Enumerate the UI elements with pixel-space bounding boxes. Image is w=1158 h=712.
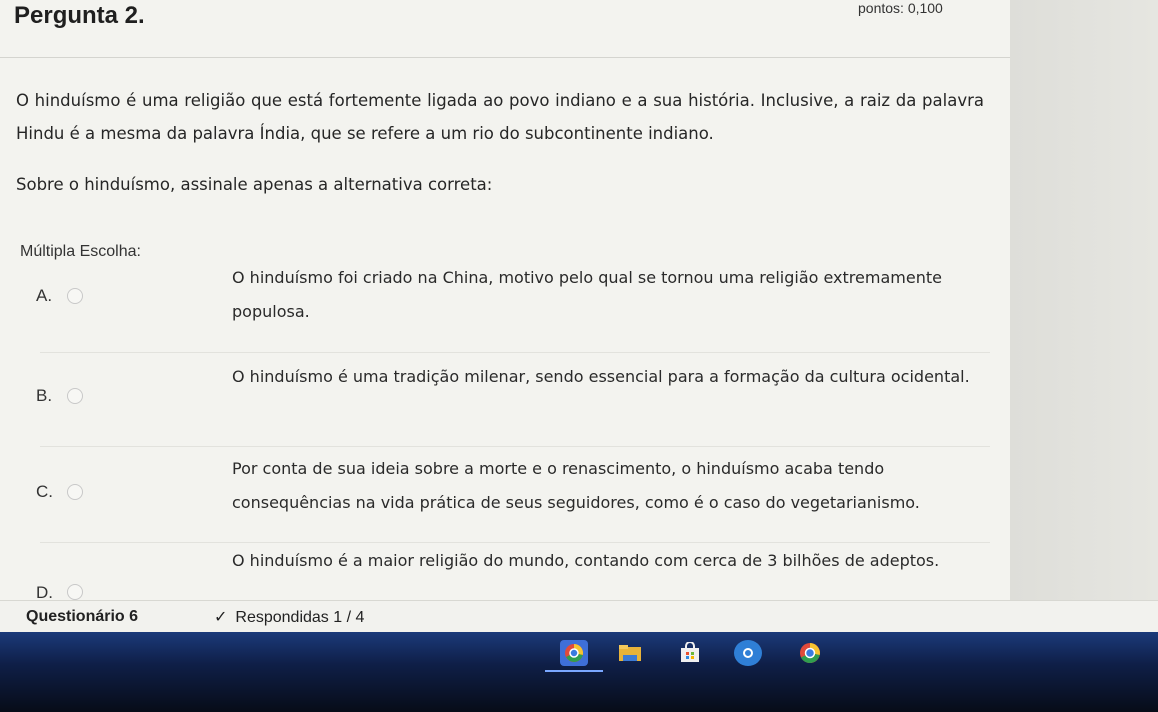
quiz-footer: Questionário 6 ✓ Respondidas 1 / 4 <box>0 600 1158 632</box>
check-icon: ✓ <box>214 609 228 626</box>
answered-count: Respondidas 1 / 4 <box>235 609 365 626</box>
option-divider <box>40 542 990 543</box>
option-letter: B. <box>36 386 53 405</box>
option-letter: C. <box>36 482 53 501</box>
option-d-radio[interactable] <box>67 584 83 600</box>
active-app-indicator <box>545 670 603 672</box>
question-type-label: Múltipla Escolha: <box>20 243 141 260</box>
question-header: Pergunta 2. pontos: 0,100 <box>0 0 1010 58</box>
page-margin <box>1010 0 1158 600</box>
option-text[interactable]: O hinduísmo foi criado na China, motivo … <box>232 261 992 329</box>
chrome-icon[interactable] <box>560 640 588 666</box>
option-text[interactable]: O hinduísmo é a maior religião do mundo,… <box>232 544 1002 584</box>
question-context: O hinduísmo é uma religião que está fort… <box>16 91 984 143</box>
chrome-profile-icon[interactable] <box>796 640 824 666</box>
option-b-radio[interactable] <box>67 388 83 404</box>
option-text[interactable]: Por conta de sua ideia sobre a morte e o… <box>232 452 992 520</box>
question-points: pontos: 0,100 <box>858 0 943 16</box>
answered-status[interactable]: ✓ Respondidas 1 / 4 <box>214 607 364 627</box>
app-icon[interactable] <box>734 640 762 666</box>
taskbar <box>0 632 1158 712</box>
option-divider <box>40 446 990 447</box>
store-icon[interactable] <box>676 640 704 666</box>
option-divider <box>40 352 990 353</box>
question-panel: Pergunta 2. pontos: 0,100 O hinduísmo é … <box>0 0 1010 602</box>
option-text[interactable]: O hinduísmo é uma tradição milenar, send… <box>232 360 992 394</box>
file-explorer-icon[interactable] <box>616 640 644 666</box>
question-title: Pergunta 2. <box>14 2 145 29</box>
question-prompt: Sobre o hinduísmo, assinale apenas a alt… <box>16 175 493 194</box>
quiz-name: Questionário 6 <box>26 608 139 625</box>
option-a-radio[interactable] <box>67 288 83 304</box>
option-letter: A. <box>36 286 53 305</box>
option-c-radio[interactable] <box>67 484 83 500</box>
